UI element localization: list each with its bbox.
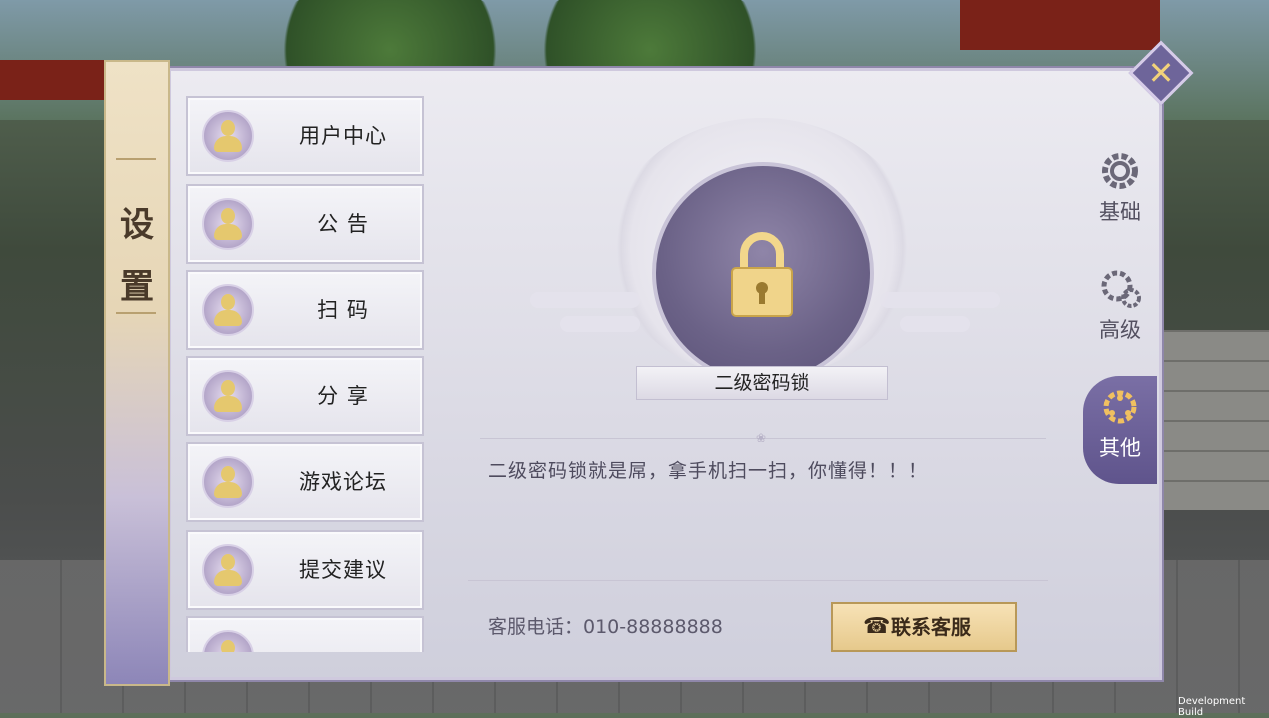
avatar-icon	[202, 284, 254, 336]
background-wall	[1159, 330, 1269, 510]
lock-title: 二级密码锁	[636, 366, 888, 400]
avatar-icon	[202, 456, 254, 508]
support-phone: 客服电话：010-88888888	[488, 616, 723, 638]
banner-title: 设 置	[120, 205, 154, 307]
cloud-decoration	[880, 292, 1000, 308]
gears-icon	[1101, 270, 1141, 308]
tab-basic[interactable]: 基础	[1083, 140, 1157, 248]
menu-item-label: 分 享	[317, 384, 369, 408]
menu-item-share[interactable]: 分 享	[186, 356, 424, 436]
cloud-decoration	[900, 316, 970, 332]
menu-item-label: ...	[268, 618, 418, 652]
avatar-icon	[202, 544, 254, 596]
settings-banner: 设 置	[104, 60, 170, 686]
avatar-icon	[202, 630, 254, 652]
tab-label: 其他	[1099, 436, 1141, 460]
cloud-decoration	[560, 316, 640, 332]
avatar-icon	[202, 198, 254, 250]
gear-icon	[1102, 153, 1138, 189]
menu-item-label: 游戏论坛	[299, 470, 387, 494]
development-build-label: Development Build	[1178, 696, 1246, 718]
background-roof	[0, 60, 110, 100]
menu-item-label: 扫 码	[317, 298, 369, 322]
avatar-icon	[202, 110, 254, 162]
tab-label: 基础	[1099, 200, 1141, 224]
menu-item-announcement[interactable]: 公 告	[186, 184, 424, 264]
settings-menu[interactable]: 用户中心 公 告 扫 码 分 享 游戏论坛 提交建议 ...	[183, 96, 429, 652]
tab-label: 高级	[1099, 318, 1141, 342]
tab-advanced[interactable]: 高级	[1083, 258, 1157, 366]
banner-divider	[116, 312, 156, 314]
divider-ornament-icon: ❀	[755, 431, 767, 445]
menu-item-user-center[interactable]: 用户中心	[186, 96, 424, 176]
contact-support-label: 联系客服	[891, 615, 971, 639]
background-roof	[960, 0, 1160, 50]
phone-icon: ☎	[863, 614, 891, 639]
avatar-icon	[202, 370, 254, 422]
menu-item-scan[interactable]: 扫 码	[186, 270, 424, 350]
menu-item-label: 用户中心	[299, 124, 387, 148]
network-icon	[1103, 390, 1137, 424]
menu-item-partial[interactable]: ...	[186, 616, 424, 652]
menu-item-forum[interactable]: 游戏论坛	[186, 442, 424, 522]
lock-icon	[731, 232, 793, 317]
lock-description: 二级密码锁就是屌，拿手机扫一扫，你懂得！！！	[488, 460, 929, 482]
close-icon[interactable]: ✕	[1138, 50, 1184, 96]
contact-support-button[interactable]: ☎ 联系客服	[831, 602, 1017, 652]
cloud-decoration	[530, 292, 640, 308]
tab-other[interactable]: 其他	[1083, 376, 1157, 484]
menu-item-label: 公 告	[317, 212, 369, 236]
menu-item-feedback[interactable]: 提交建议	[186, 530, 424, 610]
content-divider	[468, 580, 1048, 581]
menu-item-label: 提交建议	[299, 558, 387, 582]
banner-divider	[116, 158, 156, 160]
